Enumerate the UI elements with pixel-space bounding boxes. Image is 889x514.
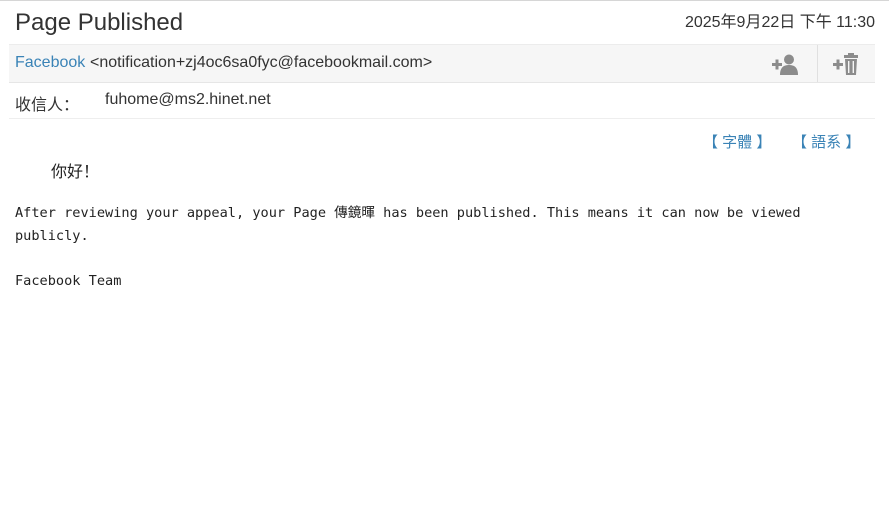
email-date: 2025年9月22日 下午 11:30: [684, 14, 875, 31]
email-body-paragraph: After reviewing your appeal, your Page 傳…: [15, 205, 801, 244]
block-sender-button[interactable]: [817, 45, 874, 82]
add-contact-button[interactable]: [757, 45, 813, 82]
title-row: Page Published 2025年9月22日 下午 11:30: [0, 6, 889, 42]
block-sender-icon: [833, 52, 858, 75]
language-setting-link[interactable]: 【 語系 】: [792, 131, 860, 152]
email-subject: Page Published: [15, 9, 184, 36]
sender-name-link[interactable]: Facebook: [15, 53, 85, 73]
sender-row: Facebook <notification+zj4oc6sa0fyc@face…: [9, 44, 875, 83]
email-greeting: 你好！: [51, 164, 100, 181]
recipient-row: 收信人： fuhome@ms2.hinet.net: [9, 82, 875, 119]
recipient-label: 收信人：: [15, 97, 80, 114]
recipient-address: fuhome@ms2.hinet.net: [105, 91, 271, 108]
add-contact-icon: [772, 54, 798, 75]
email-signature: Facebook Team: [15, 273, 122, 289]
sender-address: <notification+zj4oc6sa0fyc@facebookmail.…: [90, 54, 433, 71]
font-setting-link[interactable]: 【 字體 】: [703, 131, 771, 152]
top-divider: [0, 0, 889, 1]
